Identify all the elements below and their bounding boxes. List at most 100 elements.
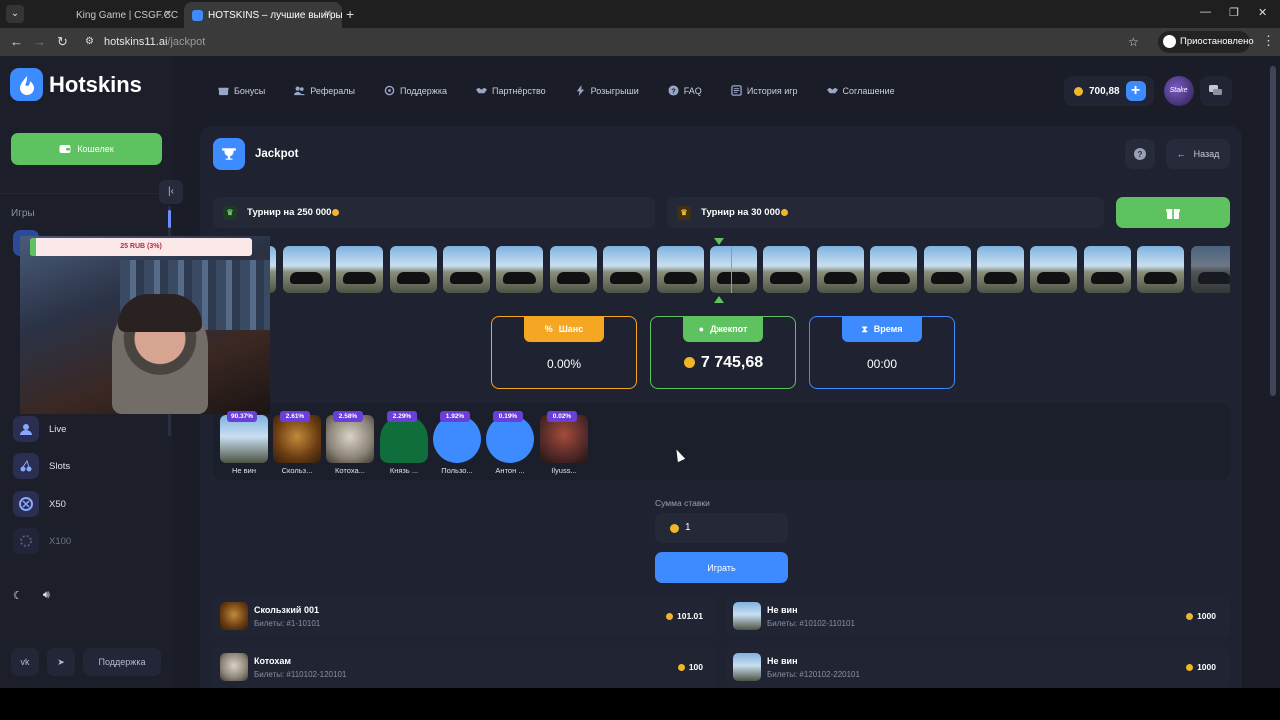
coin-icon [683, 357, 695, 369]
trophy-icon [213, 138, 245, 170]
deposit-button[interactable]: + [1125, 81, 1146, 101]
chance-card: % Шанс 0.00% [491, 316, 637, 389]
browser-tab-1[interactable]: King Game | CSGF.CC ✕ [30, 2, 182, 28]
bet-player-name: Не вин [767, 656, 798, 666]
win-chance-badge: 2.29% [387, 411, 417, 422]
tab-search-button[interactable]: ⌄ [6, 5, 24, 23]
handshake-icon [475, 87, 487, 94]
address-bar[interactable]: hotskins11.ai/jackpot [104, 36, 205, 48]
support-button[interactable]: Поддержка [83, 648, 161, 676]
forward-arrow-icon[interactable]: → [33, 34, 46, 49]
sidebar-item-x100[interactable]: X100 [13, 528, 71, 554]
help-button[interactable]: ? [1125, 139, 1155, 169]
player-card[interactable]: 2.61% Скольз... [273, 411, 321, 475]
svg-text:?: ? [671, 86, 676, 95]
bonus-gift-button[interactable] [1116, 197, 1230, 228]
minimize-icon[interactable]: — [1200, 6, 1211, 18]
chat-icon [1209, 85, 1223, 95]
browser-menu-icon[interactable]: ⋮ [1262, 33, 1275, 49]
back-button[interactable]: ← Назад [1166, 139, 1230, 169]
bet-amount-value: 1000 [1197, 611, 1216, 621]
trophy-icon: ♛ [677, 205, 691, 220]
player-avatar [733, 653, 761, 681]
telegram-icon[interactable]: ➤ [47, 648, 75, 676]
time-card: ⧗ Время 00:00 [809, 316, 955, 389]
site-info-icon[interactable]: ⚙ [85, 36, 94, 47]
letterbox [0, 688, 1280, 720]
win-chance-badge: 1.92% [440, 411, 470, 422]
back-arrow-icon[interactable]: ← [10, 34, 23, 49]
browser-tab-2[interactable]: HOTSKINS – лучшие выигрыш ✕ [184, 2, 342, 28]
nav-label: Розыгрыши [590, 85, 639, 96]
nav-bonuses[interactable]: Бонусы [218, 85, 265, 96]
nav-label: Рефералы [310, 85, 356, 96]
player-card[interactable]: 2.29% Князь ... [380, 411, 428, 475]
jackpot-label-badge: ● Джекпот [683, 316, 763, 342]
player-card[interactable]: 2.58% Котоха... [326, 411, 374, 475]
player-card[interactable]: 0.19% Антон ... [486, 411, 534, 475]
gift-icon [1166, 208, 1180, 219]
balance-box[interactable]: 700,88 + [1064, 76, 1154, 106]
chance-label: Шанс [558, 324, 584, 334]
sidebar-item-live[interactable]: Live [13, 416, 66, 442]
nav-history[interactable]: История игр [731, 85, 798, 96]
moon-icon[interactable]: ☾ [13, 589, 23, 602]
page-scroll-thumb[interactable] [1270, 66, 1276, 396]
trophy-icon: ♛ [223, 205, 237, 220]
win-chance-badge: 0.02% [547, 411, 577, 422]
sidebar-item-slots[interactable]: Slots [13, 453, 70, 479]
nav-label: История игр [746, 85, 798, 96]
maximize-icon[interactable]: ❐ [1229, 6, 1239, 19]
url-domain: hotskins11.ai [104, 36, 168, 48]
player-avatar [486, 415, 534, 463]
window-close-icon[interactable]: ✕ [1258, 6, 1267, 19]
vk-icon[interactable]: vk [11, 648, 39, 676]
nav-support[interactable]: Поддержка [384, 85, 447, 96]
coin-icon [670, 524, 679, 533]
nav-label: FAQ [683, 85, 702, 96]
new-tab-button[interactable]: + [346, 6, 354, 22]
player-name: Не вин [232, 466, 256, 475]
tournament-banner-1[interactable]: ♛ Турнир на 250 000 [213, 197, 655, 228]
nav-partnership[interactable]: Партнёрство [475, 85, 546, 96]
reel-item [549, 246, 597, 293]
play-button[interactable]: Играть [655, 552, 788, 583]
bet-amount-input[interactable]: 1 [655, 513, 788, 543]
bet-row: Не вин Билеты: #120102-220101 1000 [726, 647, 1230, 688]
profile-button[interactable]: Приостановлено [1158, 31, 1254, 53]
bet-row: Скользкий 001 Билеты: #1-10101 101.01 [213, 596, 717, 637]
sound-icon[interactable]: 🔊︎ [43, 589, 50, 602]
close-icon[interactable]: ✕ [164, 9, 172, 20]
player-card[interactable]: 1.92% Пользо... [433, 411, 481, 475]
player-name: Котоха... [335, 466, 365, 475]
nav-giveaways[interactable]: Розыгрыши [575, 85, 639, 96]
sidebar-item-x50[interactable]: X50 [13, 491, 66, 517]
bookmark-star-icon[interactable]: ☆ [1128, 35, 1139, 49]
logo[interactable]: Hotskins [10, 68, 142, 101]
bet-amount-label: Сумма ставки [655, 498, 710, 508]
headset-icon [384, 85, 395, 96]
player-card[interactable]: 90.37% Не вин [220, 411, 268, 475]
player-avatar [433, 415, 481, 463]
player-card[interactable]: 0.02% Ilyuss... [540, 411, 588, 475]
favicon-icon [192, 10, 203, 21]
reload-icon[interactable]: ↻ [57, 34, 68, 50]
close-icon[interactable]: ✕ [324, 9, 332, 20]
nav-referrals[interactable]: Рефералы [294, 85, 355, 96]
avatar[interactable]: Stake [1163, 76, 1194, 106]
reel-item [1190, 246, 1230, 293]
wallet-button[interactable]: Кошелек [11, 133, 162, 165]
reel-item [1030, 246, 1078, 293]
collapse-sidebar-button[interactable]: |‹ [159, 180, 183, 204]
question-icon: ? [668, 85, 679, 96]
page-scrollbar[interactable] [1270, 66, 1276, 688]
sidebar-item-label: X50 [49, 498, 66, 510]
nav-agreement[interactable]: Соглашение [826, 85, 895, 96]
reel-item [816, 246, 864, 293]
sidebar-scroll-thumb[interactable] [168, 210, 171, 228]
reel-item [603, 246, 651, 293]
tournament-banner-2[interactable]: ♛ Турнир на 30 000 [667, 197, 1104, 228]
chat-button[interactable] [1199, 76, 1232, 106]
webcam-overlay [20, 236, 270, 414]
nav-faq[interactable]: ? FAQ [668, 85, 702, 96]
